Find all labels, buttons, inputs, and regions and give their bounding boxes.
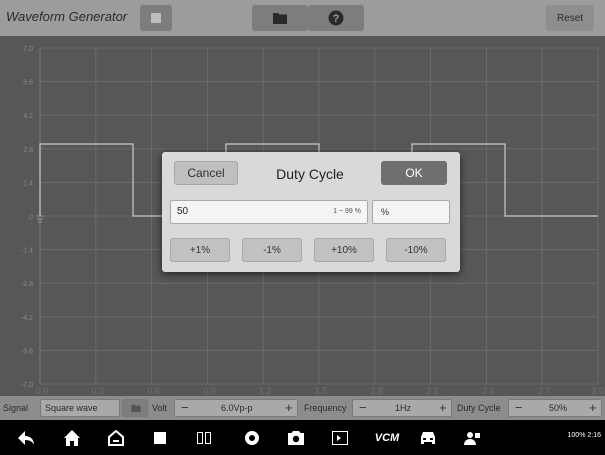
status-text: 100% 2:16 — [567, 432, 601, 439]
help-icon: ? — [328, 10, 344, 26]
car-icon — [421, 432, 435, 444]
x-tick-label: 0.9 — [203, 386, 216, 396]
volt-value: 6.0Vp-p — [221, 403, 253, 413]
unit-field: % — [372, 200, 450, 224]
duty-cycle-increase-button[interactable]: + — [589, 400, 597, 416]
split-screen-button[interactable] — [194, 428, 214, 448]
ok-button[interactable]: OK — [381, 161, 447, 185]
volt-decrease-button[interactable]: − — [181, 400, 189, 416]
y-tick-label: 2.8 — [23, 147, 33, 154]
minus-1-percent-button[interactable]: -1% — [242, 238, 302, 262]
duty-cycle-input[interactable]: 50 1 ~ 99 % — [170, 200, 368, 224]
x-tick-label: 3.0s — [591, 386, 605, 396]
volt-label: Volt — [152, 403, 168, 413]
system-nav-bar: VCM 100% 2:16 — [0, 420, 605, 455]
y-tick-label: 5.6 — [23, 80, 33, 87]
frequency-stepper: − 1Hz + — [352, 399, 452, 417]
help-button[interactable]: ? — [308, 5, 364, 31]
volt-stepper: − 6.0Vp-p + — [174, 399, 298, 417]
y-tick-label: -2.8 — [21, 281, 33, 288]
frequency-label: Frequency — [304, 403, 347, 413]
vcmi-icon: VCM — [374, 432, 400, 444]
x-tick-label: 2.7 — [538, 386, 551, 396]
svg-text:?: ? — [333, 13, 340, 25]
browser-icon — [245, 431, 259, 445]
x-tick-label: 2.4 — [482, 386, 495, 396]
reset-button[interactable]: Reset — [546, 5, 594, 31]
app-title: Waveform Generator — [6, 9, 128, 24]
y-tick-label: 0 — [29, 214, 33, 221]
signal-value: Square wave — [45, 403, 98, 413]
user-button[interactable] — [462, 428, 482, 448]
folder-button[interactable] — [252, 5, 308, 31]
split-screen-icon — [197, 432, 211, 444]
duty-cycle-stepper: − 50% + — [508, 399, 602, 417]
duty-cycle-dialog: Cancel Duty Cycle OK 50 1 ~ 99 % % +1% -… — [162, 152, 460, 272]
y-tick-label: 7.0 — [23, 46, 33, 53]
y-tick-label: 4.2 — [23, 113, 33, 120]
recent-apps-button[interactable] — [150, 428, 170, 448]
plus-10-percent-button[interactable]: +10% — [314, 238, 374, 262]
home-button[interactable] — [62, 428, 82, 448]
screen-record-icon — [332, 431, 348, 445]
folder-icon — [131, 404, 141, 412]
minus-10-percent-button[interactable]: -10% — [386, 238, 446, 262]
cancel-button[interactable]: Cancel — [174, 161, 238, 185]
x-tick-label: 0.3 — [92, 386, 105, 396]
y-tick-label: 1.4 — [23, 180, 33, 187]
frequency-decrease-button[interactable]: − — [359, 400, 367, 416]
volt-increase-button[interactable]: + — [285, 400, 293, 416]
stop-icon — [151, 13, 161, 23]
duty-cycle-label: Duty Cycle — [457, 403, 501, 413]
x-tick-label: 1.2 — [259, 386, 272, 396]
duty-cycle-value: 50 — [177, 206, 189, 217]
signal-label: Signal — [3, 403, 29, 413]
plus-1-percent-button[interactable]: +1% — [170, 238, 230, 262]
back-button[interactable] — [16, 428, 36, 448]
x-tick-label: 1.8 — [371, 386, 384, 396]
y-tick-label: -5.6 — [21, 348, 33, 355]
signal-control-bar: Signal Square wave Volt − 6.0Vp-p + Freq… — [0, 396, 605, 420]
car-home-button[interactable] — [106, 428, 126, 448]
screenshot-button[interactable] — [286, 428, 306, 448]
duty-cycle-bar-value: 50% — [549, 403, 568, 413]
top-toolbar: Waveform Generator ? Reset — [0, 0, 605, 36]
x-tick-label: 0.6 — [147, 386, 160, 396]
frequency-value: 1Hz — [395, 403, 412, 413]
stop-button[interactable] — [140, 5, 172, 31]
dialog-title: Duty Cycle — [276, 166, 344, 182]
x-tick-label: 2.1 — [426, 386, 439, 396]
back-icon — [18, 431, 34, 445]
browser-button[interactable] — [242, 428, 262, 448]
y-tick-label: -1.4 — [21, 248, 33, 255]
x-tick-label: 1.5 — [315, 386, 328, 396]
frequency-increase-button[interactable]: + — [439, 400, 447, 416]
signal-folder-button[interactable] — [122, 399, 148, 417]
camera-icon — [288, 431, 304, 445]
unit-label: % — [381, 207, 390, 217]
x-tick-label: 0.0 — [36, 386, 49, 396]
duty-cycle-decrease-button[interactable]: − — [515, 400, 523, 416]
vehicle-button[interactable] — [418, 428, 438, 448]
vcmi-button[interactable]: VCM — [372, 428, 402, 448]
duty-cycle-range-hint: 1 ~ 99 % — [333, 208, 361, 215]
recent-apps-icon — [154, 432, 166, 444]
folder-icon — [273, 13, 287, 24]
user-icon — [464, 432, 480, 445]
y-tick-label: -7.0 — [21, 382, 33, 389]
home-icon — [64, 430, 80, 446]
house-icon — [108, 430, 124, 446]
y-tick-label: -4.2 — [21, 315, 33, 322]
signal-select[interactable]: Square wave — [40, 399, 120, 417]
screen-record-button[interactable] — [330, 428, 350, 448]
